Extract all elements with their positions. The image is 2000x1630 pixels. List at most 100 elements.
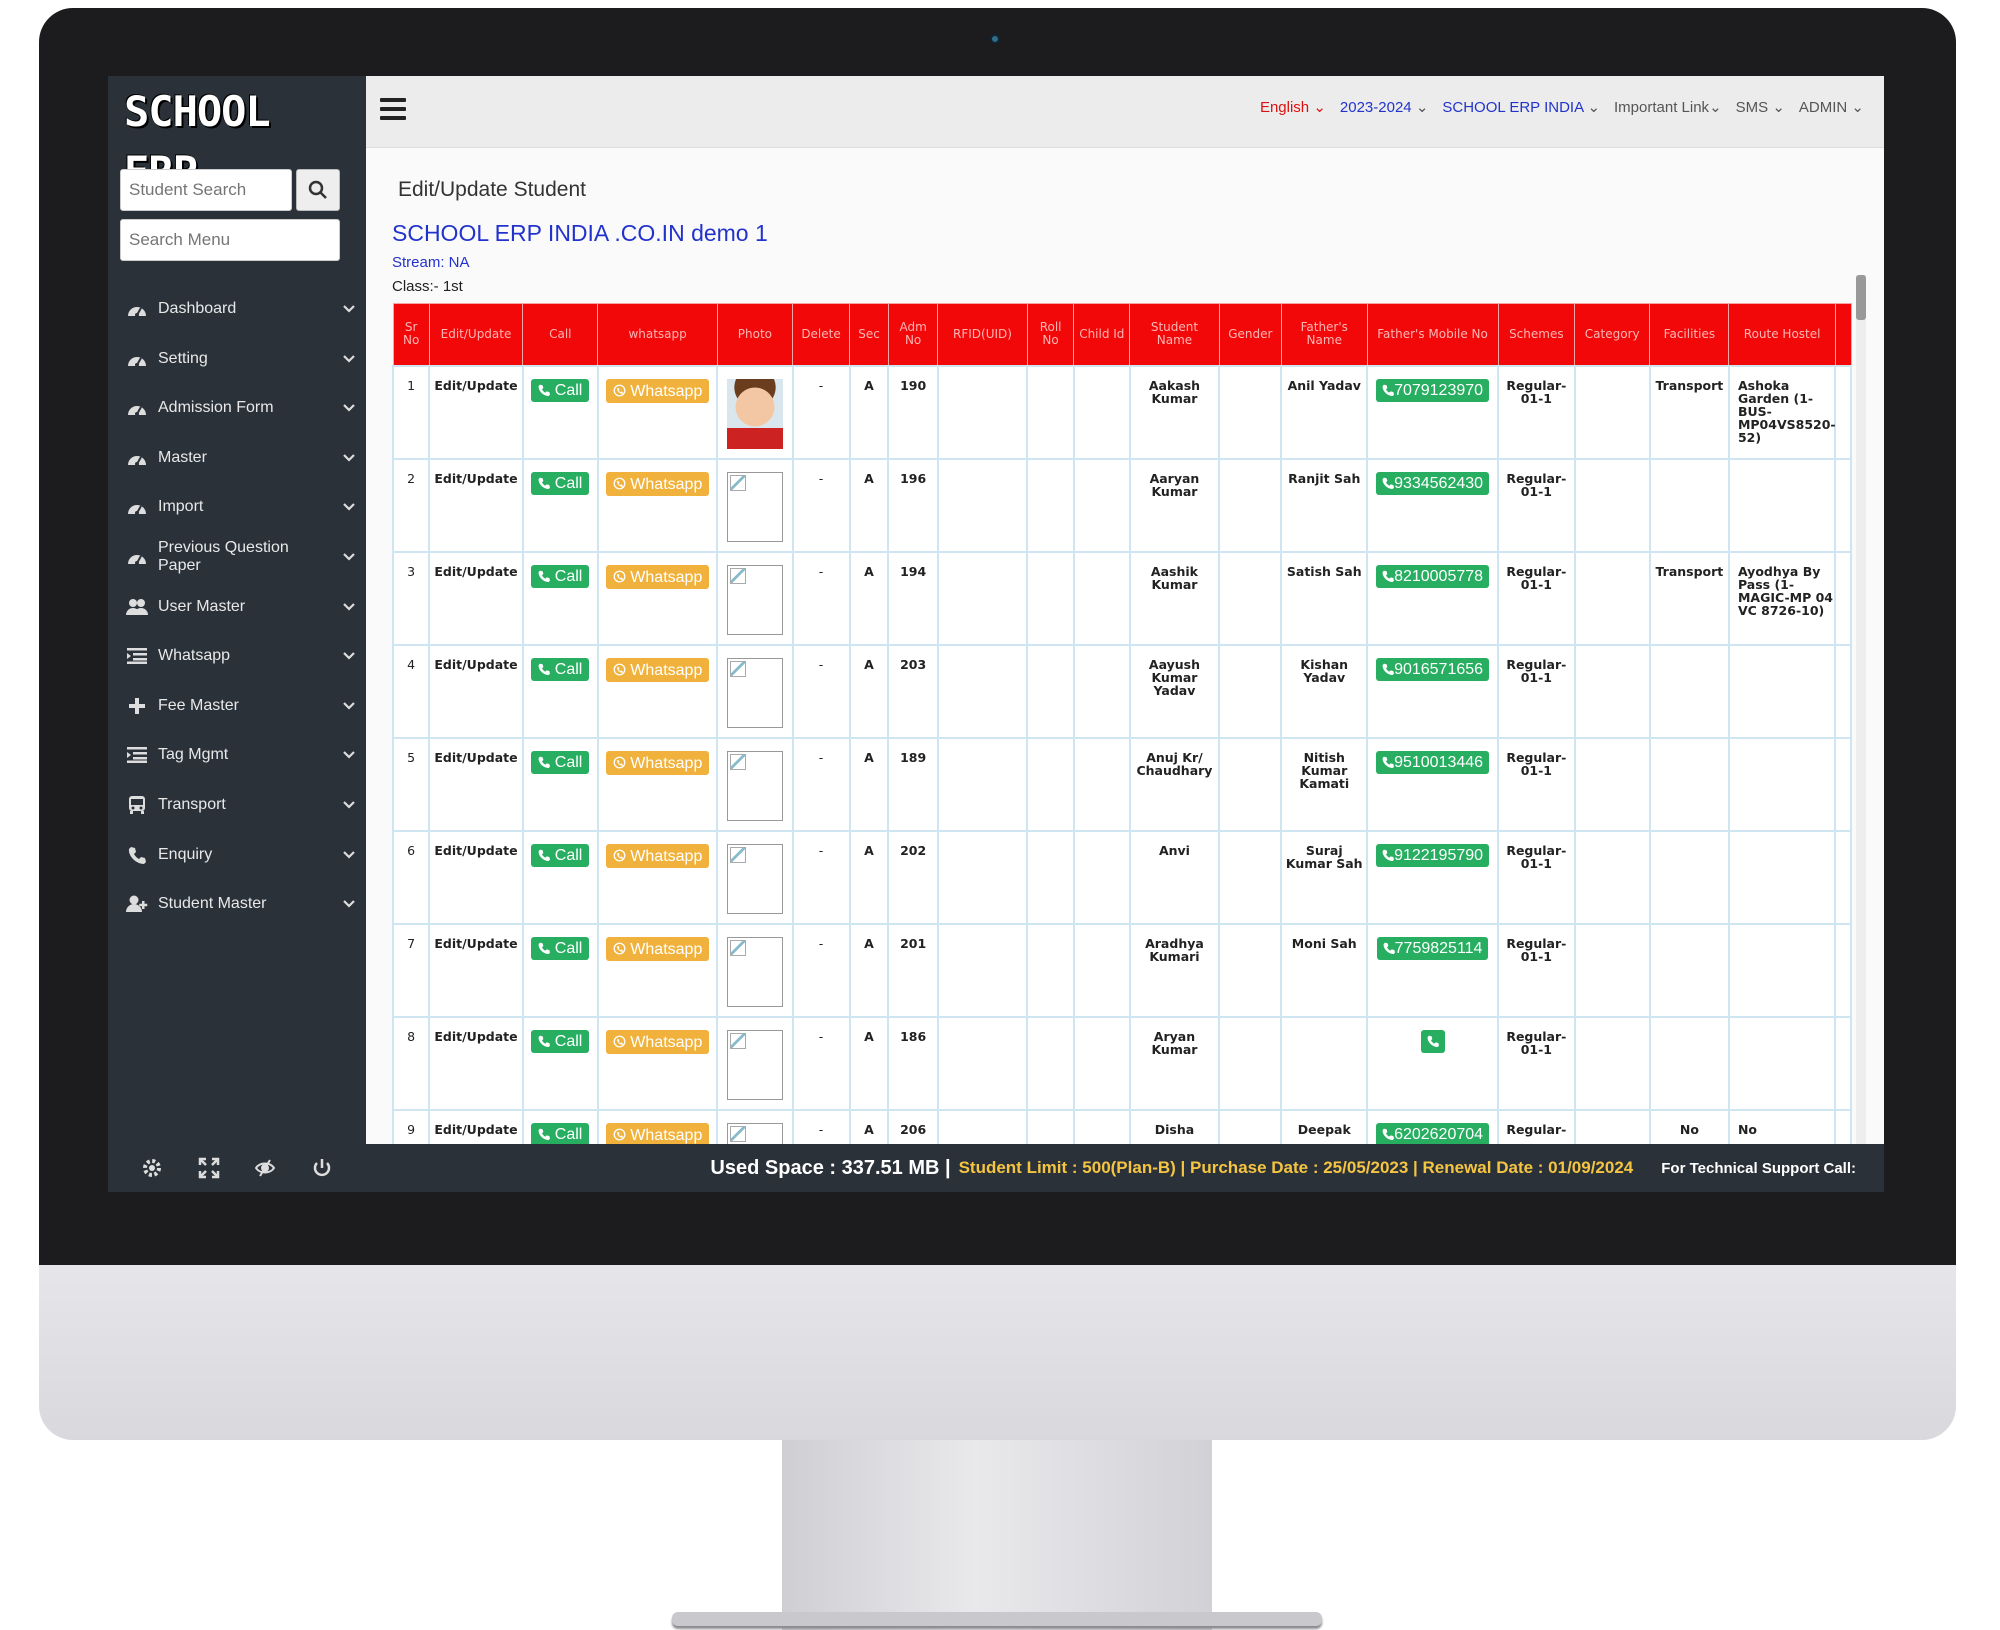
call-button[interactable]: Call <box>531 1122 590 1144</box>
whatsapp-button[interactable]: Whatsapp <box>605 378 710 403</box>
whatsapp-button[interactable]: Whatsapp <box>605 843 710 868</box>
edit-update-link[interactable]: Edit/Update <box>428 1015 524 1111</box>
whatsapp-button[interactable]: Whatsapp <box>605 936 710 961</box>
sidebar-item-enquiry[interactable]: Enquiry <box>108 828 366 882</box>
whatsapp-button[interactable]: Whatsapp <box>605 657 710 682</box>
father-mobile-button[interactable]: 7759825114 <box>1376 936 1489 960</box>
language-dropdown[interactable]: English ⌄ <box>1260 98 1326 116</box>
delete-cell[interactable]: - <box>791 643 851 739</box>
edit-update-link[interactable]: Edit/Update <box>428 550 524 646</box>
student-photo <box>726 378 783 449</box>
sidebar-item-fee-master[interactable]: Fee Master <box>108 679 366 733</box>
sidebar-item-previous-question-paper[interactable]: Previous Question Paper <box>108 530 366 584</box>
edit-update-link[interactable]: Edit/Update <box>428 643 524 739</box>
whatsapp-button[interactable]: Whatsapp <box>605 471 710 496</box>
sidebar-item-import[interactable]: Import <box>108 480 366 534</box>
eye-slash-icon[interactable] <box>250 1153 280 1183</box>
sidebar-item-student-master[interactable]: Student Master <box>108 877 366 931</box>
father-mobile-cell: 9510013446 <box>1366 736 1500 832</box>
father-mobile-button[interactable]: 9510013446 <box>1376 750 1490 774</box>
call-button[interactable]: Call <box>531 471 590 495</box>
father-name: Suraj Kumar Sah <box>1280 829 1369 925</box>
school-dropdown[interactable]: SCHOOL ERP INDIA ⌄ <box>1442 98 1600 116</box>
sidebar-item-dashboard[interactable]: Dashboard <box>108 282 366 336</box>
father-mobile-button[interactable] <box>1420 1029 1445 1053</box>
call-button[interactable]: Call <box>531 936 590 960</box>
father-mobile-button[interactable]: 9016571656 <box>1376 657 1490 681</box>
settings-gear-icon[interactable] <box>137 1153 167 1183</box>
edit-update-link[interactable]: Edit/Update <box>428 829 524 925</box>
call-button[interactable]: Call <box>531 657 590 681</box>
sidebar-item-tag-mgmt[interactable]: Tag Mgmt <box>108 728 366 782</box>
scheme: Regular-01-1 <box>1497 364 1576 460</box>
admin-dropdown[interactable]: ADMIN ⌄ <box>1799 98 1864 116</box>
delete-cell[interactable]: - <box>791 457 851 553</box>
delete-cell[interactable]: - <box>791 364 851 460</box>
fullscreen-icon[interactable] <box>194 1153 224 1183</box>
support-info: For Technical Support Call: <box>1661 1159 1856 1177</box>
sms-dropdown[interactable]: SMS ⌄ <box>1736 98 1785 116</box>
gender <box>1218 736 1283 832</box>
sidebar-item-setting[interactable]: Setting <box>108 332 366 386</box>
menu-search-input[interactable] <box>120 219 340 261</box>
call-button[interactable]: Call <box>531 564 590 588</box>
edit-update-link[interactable]: Edit/Update <box>428 922 524 1018</box>
whatsapp-icon <box>613 755 626 772</box>
delete-cell[interactable]: - <box>791 1108 851 1144</box>
whatsapp-button[interactable]: Whatsapp <box>605 1029 710 1054</box>
father-mobile-button[interactable]: 7079123970 <box>1376 378 1490 402</box>
child-id <box>1072 922 1131 1018</box>
class-label: Class:- 1st <box>392 278 463 295</box>
delete-cell[interactable]: - <box>791 922 851 1018</box>
sidebar: SCHOOL ERP Dashboard Setting Admission For… <box>108 76 366 1192</box>
whatsapp-button[interactable]: Whatsapp <box>605 1122 710 1144</box>
edit-update-link[interactable]: Edit/Update <box>428 457 524 553</box>
rfid <box>936 736 1029 832</box>
edit-update-link[interactable]: Edit/Update <box>428 736 524 832</box>
father-mobile-button[interactable]: 9122195790 <box>1376 843 1490 867</box>
call-button[interactable]: Call <box>531 843 590 867</box>
facilities: No <box>1648 1108 1730 1144</box>
father-mobile-button[interactable]: 8210005778 <box>1376 564 1490 588</box>
sidebar-item-user-master[interactable]: User Master <box>108 580 366 634</box>
important-link-dropdown[interactable]: Important Link⌄ <box>1614 98 1722 116</box>
sidebar-item-whatsapp[interactable]: Whatsapp <box>108 629 366 683</box>
school-name: SCHOOL ERP INDIA .CO.IN demo 1 <box>392 220 768 246</box>
sidebar-item-master[interactable]: Master <box>108 431 366 485</box>
delete-cell[interactable]: - <box>791 1015 851 1111</box>
delete-cell[interactable]: - <box>791 736 851 832</box>
session-dropdown[interactable]: 2023-2024 ⌄ <box>1340 98 1428 116</box>
sidebar-item-admission-form[interactable]: Admission Form <box>108 381 366 435</box>
student-table-wrapper[interactable]: Sr No Edit/Update Call whatsapp Photo Delete S… <box>392 303 1852 1144</box>
whatsapp-button[interactable]: Whatsapp <box>605 564 710 589</box>
call-cell: Call <box>521 1108 599 1144</box>
delete-cell[interactable]: - <box>791 829 851 925</box>
whatsapp-cell: Whatsapp <box>596 1108 719 1144</box>
section: A <box>848 643 890 739</box>
delete-cell[interactable]: - <box>791 550 851 646</box>
father-name: Moni Sah <box>1280 922 1369 1018</box>
phone-icon <box>1427 1033 1439 1050</box>
edit-update-link[interactable]: Edit/Update <box>428 1108 524 1144</box>
search-button[interactable] <box>296 169 340 211</box>
scrollbar-thumb[interactable] <box>1856 275 1866 320</box>
hamburger-menu-icon[interactable] <box>380 98 406 126</box>
section: A <box>848 1108 890 1144</box>
call-button[interactable]: Call <box>531 750 590 774</box>
call-cell: Call <box>521 643 599 739</box>
father-name: Kishan Yadav <box>1280 643 1369 739</box>
father-mobile-button[interactable]: 6202620704 <box>1376 1122 1490 1144</box>
call-button[interactable]: Call <box>531 1029 590 1053</box>
sidebar-item-transport[interactable]: Transport <box>108 778 366 832</box>
call-button[interactable]: Call <box>531 378 590 402</box>
vertical-scrollbar[interactable] <box>1856 275 1866 1144</box>
power-icon[interactable] <box>307 1153 337 1183</box>
phone-icon <box>1382 568 1395 585</box>
student-search-input[interactable] <box>120 169 292 211</box>
whatsapp-cell: Whatsapp <box>596 364 719 460</box>
scheme: Regular-01-1 <box>1497 736 1576 832</box>
app-logo[interactable]: SCHOOL ERP <box>124 82 354 196</box>
whatsapp-button[interactable]: Whatsapp <box>605 750 710 775</box>
edit-update-link[interactable]: Edit/Update <box>428 364 524 460</box>
father-mobile-button[interactable]: 9334562430 <box>1376 471 1490 495</box>
